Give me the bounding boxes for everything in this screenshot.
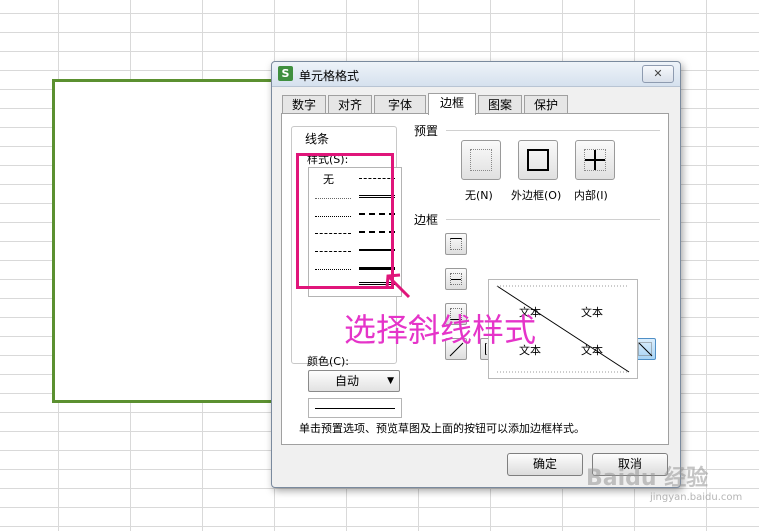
tab-font[interactable]: 字体 xyxy=(374,95,426,114)
preset-inside-icon xyxy=(584,149,606,171)
preset-outline-button[interactable] xyxy=(518,140,558,180)
color-label: 颜色(C): xyxy=(307,355,349,368)
line-color-preview xyxy=(308,398,402,418)
tab-alignment[interactable]: 对齐 xyxy=(328,95,372,114)
color-dropdown[interactable]: 自动 ▼ xyxy=(308,370,400,392)
watermark: Baidu 经验 xyxy=(586,466,709,491)
preset-outline-label: 外边框(O) xyxy=(511,189,562,202)
border-top-button[interactable] xyxy=(445,233,467,255)
preset-inside-label: 内部(I) xyxy=(574,189,608,202)
color-value: 自动 xyxy=(335,374,360,388)
highlight-box xyxy=(296,153,394,289)
wps-app-icon: S xyxy=(278,66,293,81)
border-middle-horizontal-button[interactable] xyxy=(445,268,467,290)
dialog-title: 单元格格式 xyxy=(299,69,360,83)
preview-text: 文本 xyxy=(581,306,603,319)
border-divider xyxy=(446,219,660,220)
close-button[interactable]: ✕ xyxy=(642,65,674,83)
tab-pattern[interactable]: 图案 xyxy=(478,95,522,114)
annotation-text: 选择斜线样式 xyxy=(344,311,537,349)
dropdown-arrow-icon: ▼ xyxy=(387,376,394,386)
preset-outline-icon xyxy=(527,149,549,171)
tab-border[interactable]: 边框 xyxy=(428,93,476,115)
line-group-title: 线条 xyxy=(302,130,333,147)
selected-cell-range[interactable] xyxy=(52,79,282,403)
tab-number[interactable]: 数字 xyxy=(282,95,326,114)
presets-label: 预置 xyxy=(414,124,439,138)
preset-inside-button[interactable] xyxy=(575,140,615,180)
preview-text: 文本 xyxy=(581,344,603,357)
dialog-titlebar: S 单元格格式 ✕ xyxy=(272,62,680,87)
watermark-url: jingyan.baidu.com xyxy=(650,492,743,503)
preset-none-label: 无(N) xyxy=(465,189,493,202)
border-section-label: 边框 xyxy=(414,213,439,227)
diagonal-down-icon xyxy=(638,342,653,357)
ok-button[interactable]: 确定 xyxy=(507,453,583,476)
tab-protection[interactable]: 保护 xyxy=(524,95,568,114)
presets-divider xyxy=(446,130,660,131)
hint-text: 单击预置选项、预览草图及上面的按钮可以添加边框样式。 xyxy=(299,422,585,435)
preset-none-button[interactable] xyxy=(461,140,501,180)
preset-none-icon xyxy=(470,149,492,171)
